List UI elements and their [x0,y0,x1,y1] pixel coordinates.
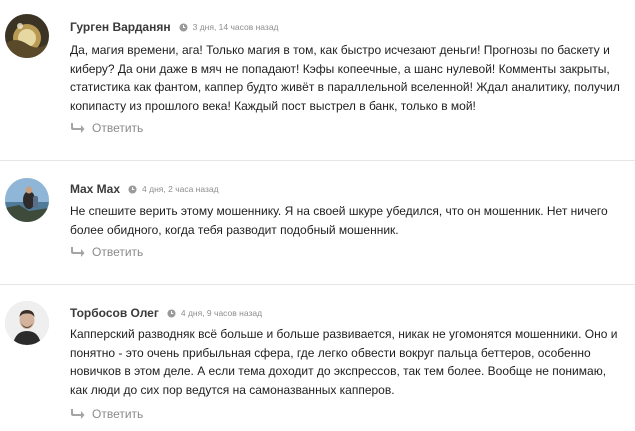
reply-button[interactable]: Ответить [70,406,143,422]
comment-meta: Max Max 4 дня, 2 часа назад [70,181,219,197]
comment-author[interactable]: Гурген Варданян [70,20,171,34]
avatar[interactable] [5,14,49,58]
reply-arrow-icon [71,247,85,257]
avatar[interactable] [5,301,49,345]
comment-text: Не спешите верить этому мошеннику. Я на … [70,204,608,237]
clock-icon [167,308,176,318]
comment-text: Капперский разводняк всё больше и больше… [70,327,618,397]
comment-date: 4 дня, 9 часов назад [180,308,263,318]
clock-icon [179,22,188,32]
reply-button[interactable]: Ответить [70,244,143,260]
reply-label: Ответить [92,121,144,135]
divider [0,160,635,161]
reply-arrow-icon [71,409,85,419]
clock-icon [128,184,137,194]
divider [0,284,635,285]
comment-date: 4 дня, 2 часа назад [142,184,219,194]
comment-meta: Торбосов Олег 4 дня, 9 часов назад [70,305,262,321]
comment-meta: Гурген Варданян 3 дня, 14 часов назад [70,19,279,35]
comment-author[interactable]: Торбосов Олег [70,306,159,320]
comment-text: Да, магия времени, ага! Только магия в т… [70,43,620,113]
reply-label: Ответить [92,245,144,259]
comment-date: 3 дня, 14 часов назад [192,22,279,32]
reply-label: Ответить [92,407,144,421]
reply-arrow-icon [71,123,85,133]
comments-list: Гурген Варданян 3 дня, 14 часов назад Да… [0,0,635,431]
comment-author[interactable]: Max Max [70,182,120,196]
avatar[interactable] [5,178,49,222]
reply-button[interactable]: Ответить [70,120,143,136]
